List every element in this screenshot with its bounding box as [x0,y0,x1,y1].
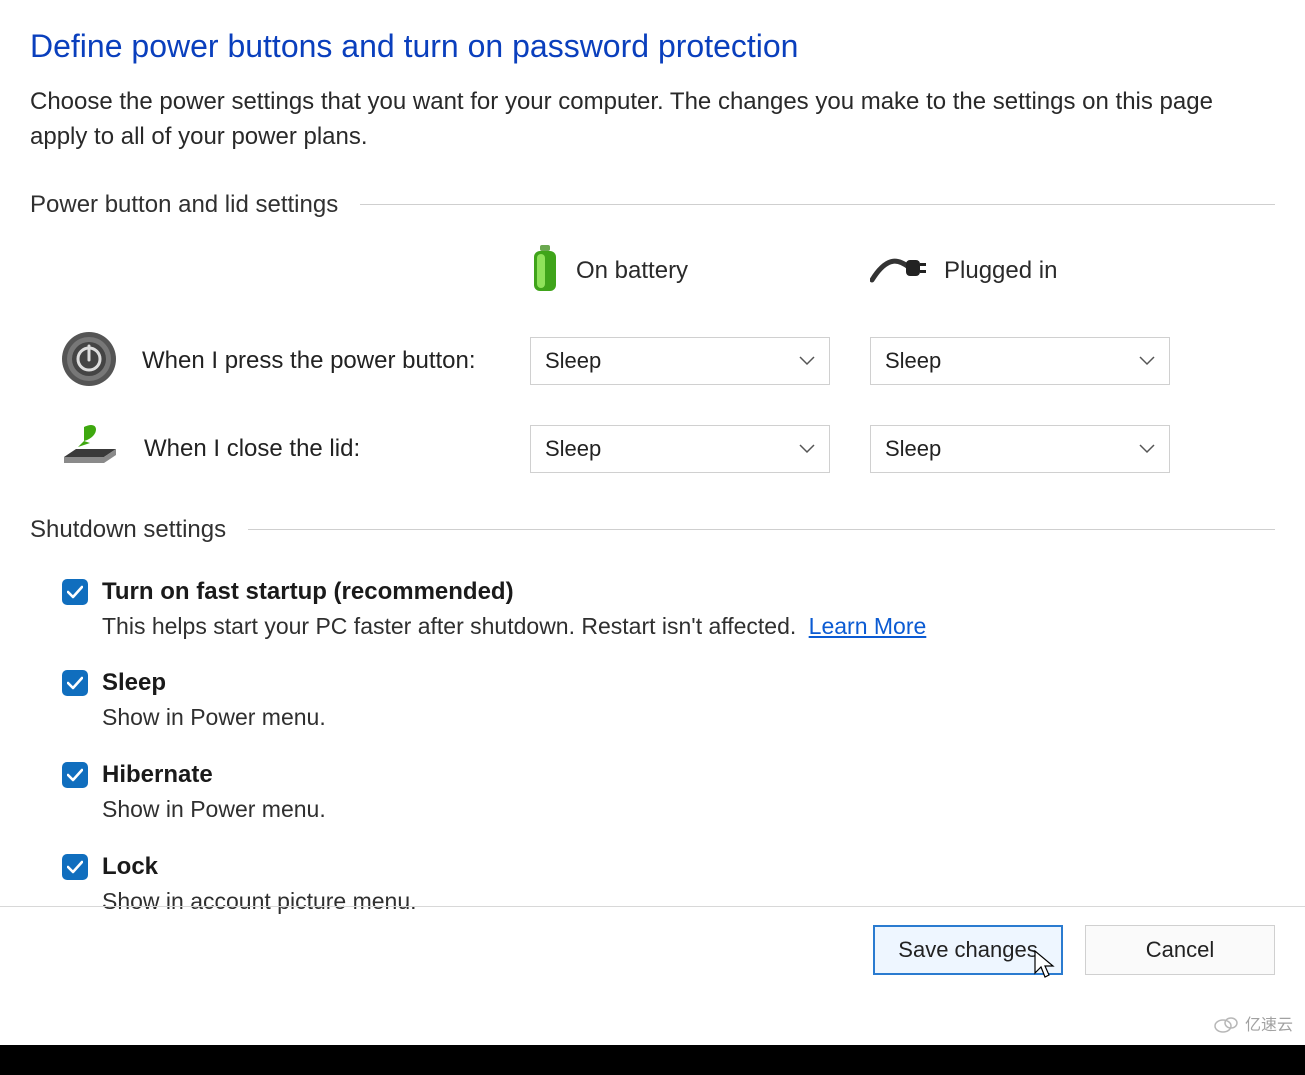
check-icon [67,768,83,782]
divider [248,529,1275,530]
bottom-black-bar [0,1045,1305,1075]
save-button[interactable]: Save changes [873,925,1063,975]
row-power-button: When I press the power button: [30,330,530,393]
row-power-button-label: When I press the power button: [142,347,476,375]
page-title: Define power buttons and turn on passwor… [30,28,1275,65]
lock-title: Lock [102,851,417,882]
sleep-title: Sleep [102,667,326,698]
power-button-icon [60,330,118,393]
hibernate-checkbox[interactable] [62,762,88,788]
close-lid-plugged-value: Sleep [885,436,941,462]
section-shutdown-header: Shutdown settings [30,516,1275,544]
power-button-plugged-select[interactable]: Sleep [870,337,1170,385]
section-power-lid-header: Power button and lid settings [30,191,1275,219]
close-lid-plugged-select[interactable]: Sleep [870,425,1170,473]
chevron-down-icon [799,444,815,454]
fast-startup-desc: This helps start your PC faster after sh… [102,609,926,644]
battery-icon [530,243,560,300]
option-hibernate: Hibernate Show in Power menu. [62,759,1275,827]
fast-startup-checkbox[interactable] [62,579,88,605]
column-header-plugged-in-label: Plugged in [944,257,1057,285]
power-lid-grid: On battery Plugged in When I press the p… [30,243,1275,476]
check-icon [67,676,83,690]
lock-checkbox[interactable] [62,854,88,880]
cancel-button[interactable]: Cancel [1085,925,1275,975]
sleep-desc: Show in Power menu. [102,700,326,735]
divider [360,204,1275,205]
check-icon [67,585,83,599]
close-lid-battery-select[interactable]: Sleep [530,425,830,473]
cloud-icon [1213,1013,1239,1033]
power-button-battery-value: Sleep [545,348,601,374]
section-shutdown-title: Shutdown settings [30,516,226,544]
power-button-plugged-value: Sleep [885,348,941,374]
close-lid-battery-value: Sleep [545,436,601,462]
page-description: Choose the power settings that you want … [30,85,1230,155]
check-icon [67,860,83,874]
row-close-lid-label: When I close the lid: [144,435,360,463]
option-sleep: Sleep Show in Power menu. [62,667,1275,735]
row-close-lid: When I close the lid: [30,423,530,476]
power-button-battery-select[interactable]: Sleep [530,337,830,385]
hibernate-desc: Show in Power menu. [102,792,326,827]
footer-buttons: Save changes Cancel [0,906,1305,975]
fast-startup-title: Turn on fast startup (recommended) [102,576,926,607]
hibernate-title: Hibernate [102,759,326,790]
column-header-plugged-in: Plugged in [870,250,1170,293]
learn-more-link[interactable]: Learn More [809,613,927,639]
sleep-checkbox[interactable] [62,670,88,696]
column-header-on-battery: On battery [530,243,830,300]
option-fast-startup: Turn on fast startup (recommended) This … [62,576,1275,644]
chevron-down-icon [1139,356,1155,366]
watermark: 亿速云 [1213,1011,1293,1035]
chevron-down-icon [799,356,815,366]
section-power-lid-title: Power button and lid settings [30,191,338,219]
watermark-text: 亿速云 [1245,1011,1293,1035]
chevron-down-icon [1139,444,1155,454]
close-lid-icon [60,423,120,476]
column-header-on-battery-label: On battery [576,257,688,285]
fast-startup-desc-text: This helps start your PC faster after sh… [102,613,796,639]
plug-icon [870,250,928,293]
shutdown-settings-list: Turn on fast startup (recommended) This … [30,568,1275,919]
